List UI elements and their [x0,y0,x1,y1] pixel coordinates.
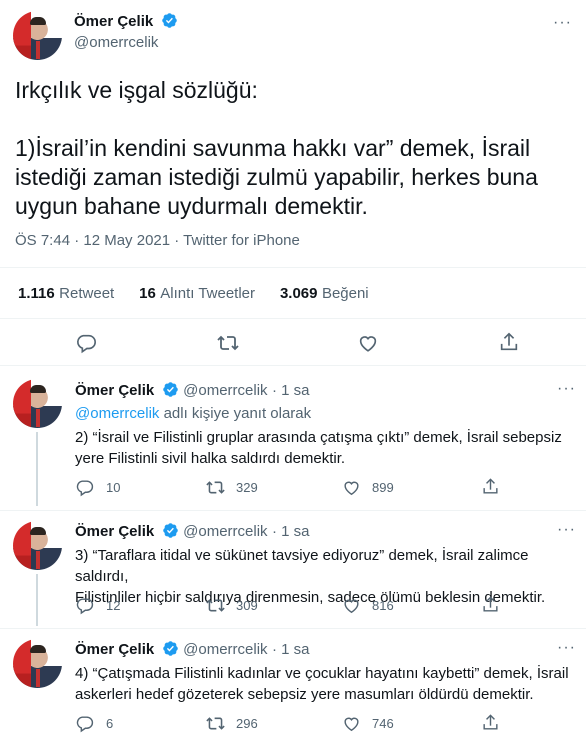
share-icon[interactable] [481,713,500,732]
replying-to: @omerrcelik adlı kişiye yanıt olarak [75,403,311,424]
author-handle[interactable]: @omerrcelik [183,523,267,540]
retweet-icon [205,714,226,733]
quote-count: 16 [139,285,156,302]
author-name[interactable]: Ömer Çelik [74,13,153,30]
tweet-text-line: istediği zaman istediği zulmü yapabilir,… [15,164,538,190]
quote-stat[interactable]: 16 Alıntı Tweetler [139,285,255,302]
author-handle[interactable]: @omerrcelik [183,382,267,399]
like-icon [342,714,361,733]
reply-time[interactable]: · 1 sa [272,641,310,658]
avatar[interactable] [13,11,62,60]
retweet-action[interactable]: 309 [205,596,258,615]
tweet-text-line: uygun bahane uydurmalı demektir. [15,193,368,219]
retweet-icon [205,478,226,497]
like-icon[interactable] [357,332,379,354]
avatar[interactable] [13,521,62,570]
reply-header: Ömer Çelik @omerrcelik · 1 sa [75,522,310,541]
divider [0,267,586,268]
replying-to-label: adlı kişiye yanıt olarak [159,405,312,422]
verified-badge-icon [162,522,179,539]
like-action[interactable]: 899 [342,478,394,497]
retweet-count: 1.116 [18,285,55,302]
divider [0,365,586,366]
retweet-action[interactable]: 329 [205,478,258,497]
tweet-text: Irkçılık ve işgal sözlüğü: 1)İsrail’in k… [15,76,575,221]
like-action[interactable]: 816 [342,596,394,615]
like-icon [342,596,361,615]
tweet-text-line: Irkçılık ve işgal sözlüğü: [15,77,258,103]
reply-text-line: 2) “İsrail ve Filistinli gruplar arasınd… [75,429,562,446]
like-count: 899 [372,480,394,495]
like-count: 816 [372,598,394,613]
author-name[interactable]: Ömer Çelik [75,382,154,399]
reply-icon [75,714,94,733]
reply-text: 2) “İsrail ve Filistinli gruplar arasınd… [75,427,580,469]
tweet-stats: 1.116 Retweet 16 Alıntı Tweetler 3.069 B… [18,285,369,303]
author-handle[interactable]: @omerrcelik [74,34,158,51]
reply-text-line: 3) “Taraflara itidal ve sükünet tavsiye … [75,547,529,585]
thread-line [36,574,38,626]
reply-action[interactable]: 6 [75,714,113,733]
tweet-text-line: 1)İsrail’in kendini savunma hakkı var” d… [15,135,531,161]
retweet-count: 329 [236,480,258,495]
author-handle[interactable]: @omerrcelik [183,641,267,658]
retweet-icon[interactable] [216,332,240,354]
share-icon[interactable] [481,595,500,614]
reply-text: 3) “Taraflara itidal ve sükünet tavsiye … [75,545,580,608]
share-icon[interactable] [481,477,500,496]
reply-action[interactable]: 10 [75,478,120,497]
retweet-stat[interactable]: 1.116 Retweet [18,285,114,302]
retweet-count: 309 [236,598,258,613]
reply-time[interactable]: · 1 sa [272,523,310,540]
author-info: Ömer Çelik [74,12,178,31]
reply-text-line: askerleri hedef gözeterek sebepsiz yere … [75,686,534,703]
verified-badge-icon [161,12,178,29]
like-label: Beğeni [321,285,369,302]
like-icon [342,478,361,497]
author-name[interactable]: Ömer Çelik [75,523,154,540]
retweet-icon [205,596,226,615]
reply-text-line: Filistinliler hiçbir saldırıya direnmesi… [75,589,546,606]
retweet-label: Retweet [59,285,115,302]
more-horizontal-icon[interactable]: ··· [557,521,576,539]
avatar[interactable] [13,639,62,688]
retweet-count: 296 [236,716,258,731]
more-horizontal-icon[interactable]: ··· [557,380,576,398]
reply-header: Ömer Çelik @omerrcelik · 1 sa [75,640,310,659]
reply-count: 10 [106,480,121,495]
thread-line [36,432,38,506]
avatar[interactable] [13,379,62,428]
retweet-action[interactable]: 296 [205,714,258,733]
divider [0,510,586,511]
quote-label: Alıntı Tweetler [160,285,256,302]
like-stat[interactable]: 3.069 Beğeni [280,285,369,302]
reply-text-line: yere Filistinli sivil halka saldırdı dem… [75,450,346,467]
reply-time[interactable]: · 1 sa [272,382,310,399]
like-action[interactable]: 746 [342,714,394,733]
reply-count: 12 [106,598,121,613]
tweet-timestamp[interactable]: ÖS 7:44 · 12 May 2021 · Twitter for iPho… [15,232,300,249]
more-horizontal-icon[interactable]: ··· [553,14,572,32]
divider [0,628,586,629]
replying-to-handle[interactable]: @omerrcelik [75,405,159,422]
reply-text: 4) “Çatışmada Filistinli kadınlar ve çoc… [75,663,580,705]
verified-badge-icon [162,381,179,398]
author-name[interactable]: Ömer Çelik [75,641,154,658]
share-icon[interactable] [498,331,520,353]
reply-icon [75,478,94,497]
reply-count: 6 [106,716,114,731]
reply-icon [75,596,94,615]
reply-action[interactable]: 12 [75,596,120,615]
reply-header: Ömer Çelik @omerrcelik · 1 sa [75,381,310,400]
like-count: 3.069 [279,285,318,302]
verified-badge-icon [162,640,179,657]
divider [0,318,586,319]
reply-icon[interactable] [75,332,97,354]
more-horizontal-icon[interactable]: ··· [557,639,576,657]
like-count: 746 [372,716,394,731]
reply-text-line: 4) “Çatışmada Filistinli kadınlar ve çoc… [75,665,569,682]
